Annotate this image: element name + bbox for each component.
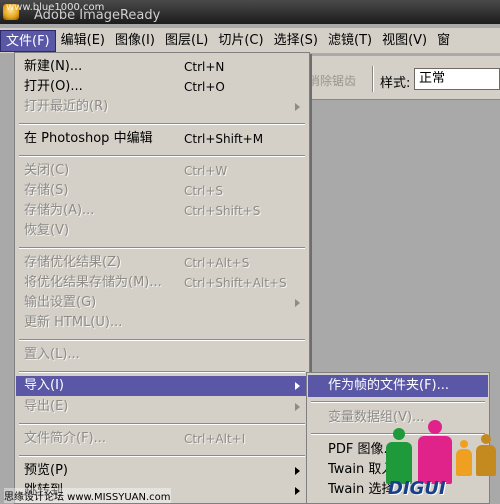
menu-item-new[interactable]: 新建(N)... Ctrl+N (16, 57, 308, 77)
menu-divider (311, 401, 485, 403)
menu-item-label: 打开(O)... (24, 79, 83, 94)
shortcut-label: Ctrl+Shift+Alt+S (184, 276, 287, 290)
menu-item-label: 导入(I) (24, 378, 64, 393)
watermark-bottom-text: 思缘设计论坛 www.MISSYUAN.com (4, 488, 171, 503)
antialias-label: 消除锯齿 (308, 74, 357, 88)
submenu-arrow-icon (295, 403, 300, 411)
menu-divider (19, 371, 305, 373)
watermark-brand-text: DIGUI (388, 478, 446, 499)
menu-item-file-info[interactable]: 文件简介(F)... Ctrl+Alt+I (16, 429, 308, 449)
options-divider (372, 66, 374, 92)
title-bar: www.blue1000.com Adobe ImageReady (0, 0, 500, 24)
shortcut-label: Ctrl+O (184, 80, 225, 94)
menu-item-revert[interactable]: 恢复(V) (16, 221, 308, 241)
orange-figure (456, 440, 472, 476)
shortcut-label: Ctrl+Shift+S (184, 204, 261, 218)
submenu-arrow-icon (295, 299, 300, 307)
menu-item-label: 在 Photoshop 中编辑 (24, 131, 153, 146)
menu-item-label: 关闭(C) (24, 163, 70, 178)
menu-item-label: 新建(N)... (24, 59, 83, 74)
menu-item-label: 导出(E) (24, 399, 69, 414)
menu-item-edit-in-photoshop[interactable]: 在 Photoshop 中编辑 Ctrl+Shift+M (16, 129, 308, 149)
menu-item-import[interactable]: 导入(I) (16, 376, 308, 396)
menu-layer[interactable]: 图层(L) (160, 30, 213, 52)
options-bar: 消除锯齿 样式: 正常 (300, 56, 500, 100)
shortcut-label: Ctrl+W (184, 164, 228, 178)
menu-item-output-settings[interactable]: 输出设置(G) (16, 293, 308, 313)
blue-figure (476, 434, 496, 476)
menu-view[interactable]: 视图(V) (377, 30, 432, 52)
menu-item-label: 预览(P) (24, 463, 68, 478)
menu-divider (19, 247, 305, 249)
menu-item-save-as[interactable]: 存储为(A)... Ctrl+Shift+S (16, 201, 308, 221)
menu-item-label: 存储为(A)... (24, 203, 95, 218)
menu-divider (19, 455, 305, 457)
menu-item-place[interactable]: 置入(L)... (16, 345, 308, 365)
menu-bar: 文件(F) 编辑(E) 图像(I) 图层(L) 切片(C) 选择(S) 滤镜(T… (0, 28, 500, 54)
window-title: Adobe ImageReady (34, 8, 161, 23)
style-select[interactable]: 正常 (414, 68, 500, 90)
menu-select[interactable]: 选择(S) (269, 30, 323, 52)
menu-filter[interactable]: 滤镜(T) (323, 30, 377, 52)
file-menu-dropdown: 新建(N)... Ctrl+N 打开(O)... Ctrl+O 打开最近的(R)… (14, 52, 310, 504)
menu-edit[interactable]: 编辑(E) (56, 30, 110, 52)
menu-image[interactable]: 图像(I) (110, 30, 160, 52)
menu-item-label: 输出设置(G) (24, 295, 97, 310)
menu-item-label: 文件简介(F)... (24, 431, 107, 446)
menu-divider (19, 155, 305, 157)
shortcut-label: Ctrl+N (184, 60, 225, 74)
menu-item-label: 存储优化结果(Z) (24, 255, 122, 270)
menu-divider (19, 423, 305, 425)
shortcut-label: Ctrl+Alt+S (184, 256, 250, 270)
green-figure (386, 428, 412, 484)
menu-divider (19, 123, 305, 125)
submenu-item-folder-as-frames[interactable]: 作为帧的文件夹(F)... (308, 375, 488, 397)
shortcut-label: Ctrl+Alt+I (184, 432, 246, 446)
shortcut-label: Ctrl+S (184, 184, 224, 198)
pink-figure (418, 420, 452, 484)
menu-divider (19, 339, 305, 341)
menu-item-open-recent[interactable]: 打开最近的(R) (16, 97, 308, 117)
menu-file[interactable]: 文件(F) (0, 29, 56, 52)
menu-item-label: 打开最近的(R) (24, 99, 109, 114)
menu-item-label: 置入(L)... (24, 347, 80, 362)
submenu-arrow-icon (295, 103, 300, 111)
submenu-arrow-icon (295, 382, 300, 390)
menu-item-save-optimized-as[interactable]: 将优化结果存储为(M)... Ctrl+Shift+Alt+S (16, 273, 308, 293)
menu-item-preview[interactable]: 预览(P) (16, 461, 308, 481)
menu-item-label: 将优化结果存储为(M)... (24, 275, 162, 290)
menu-item-open[interactable]: 打开(O)... Ctrl+O (16, 77, 308, 97)
submenu-arrow-icon (295, 467, 300, 475)
menu-window[interactable]: 窗 (432, 30, 455, 52)
menu-item-save[interactable]: 存储(S) Ctrl+S (16, 181, 308, 201)
menu-item-label: 更新 HTML(U)... (24, 315, 123, 330)
menu-item-label: 恢复(V) (24, 223, 70, 238)
menu-item-save-optimized[interactable]: 存储优化结果(Z) Ctrl+Alt+S (16, 253, 308, 273)
submenu-arrow-icon (295, 487, 300, 495)
menu-item-export[interactable]: 导出(E) (16, 397, 308, 417)
style-label: 样式: (380, 76, 411, 91)
menu-item-update-html[interactable]: 更新 HTML(U)... (16, 313, 308, 333)
menu-slices[interactable]: 切片(C) (213, 30, 268, 52)
shortcut-label: Ctrl+Shift+M (184, 132, 264, 146)
menu-item-close[interactable]: 关闭(C) Ctrl+W (16, 161, 308, 181)
menu-item-label: 存储(S) (24, 183, 69, 198)
